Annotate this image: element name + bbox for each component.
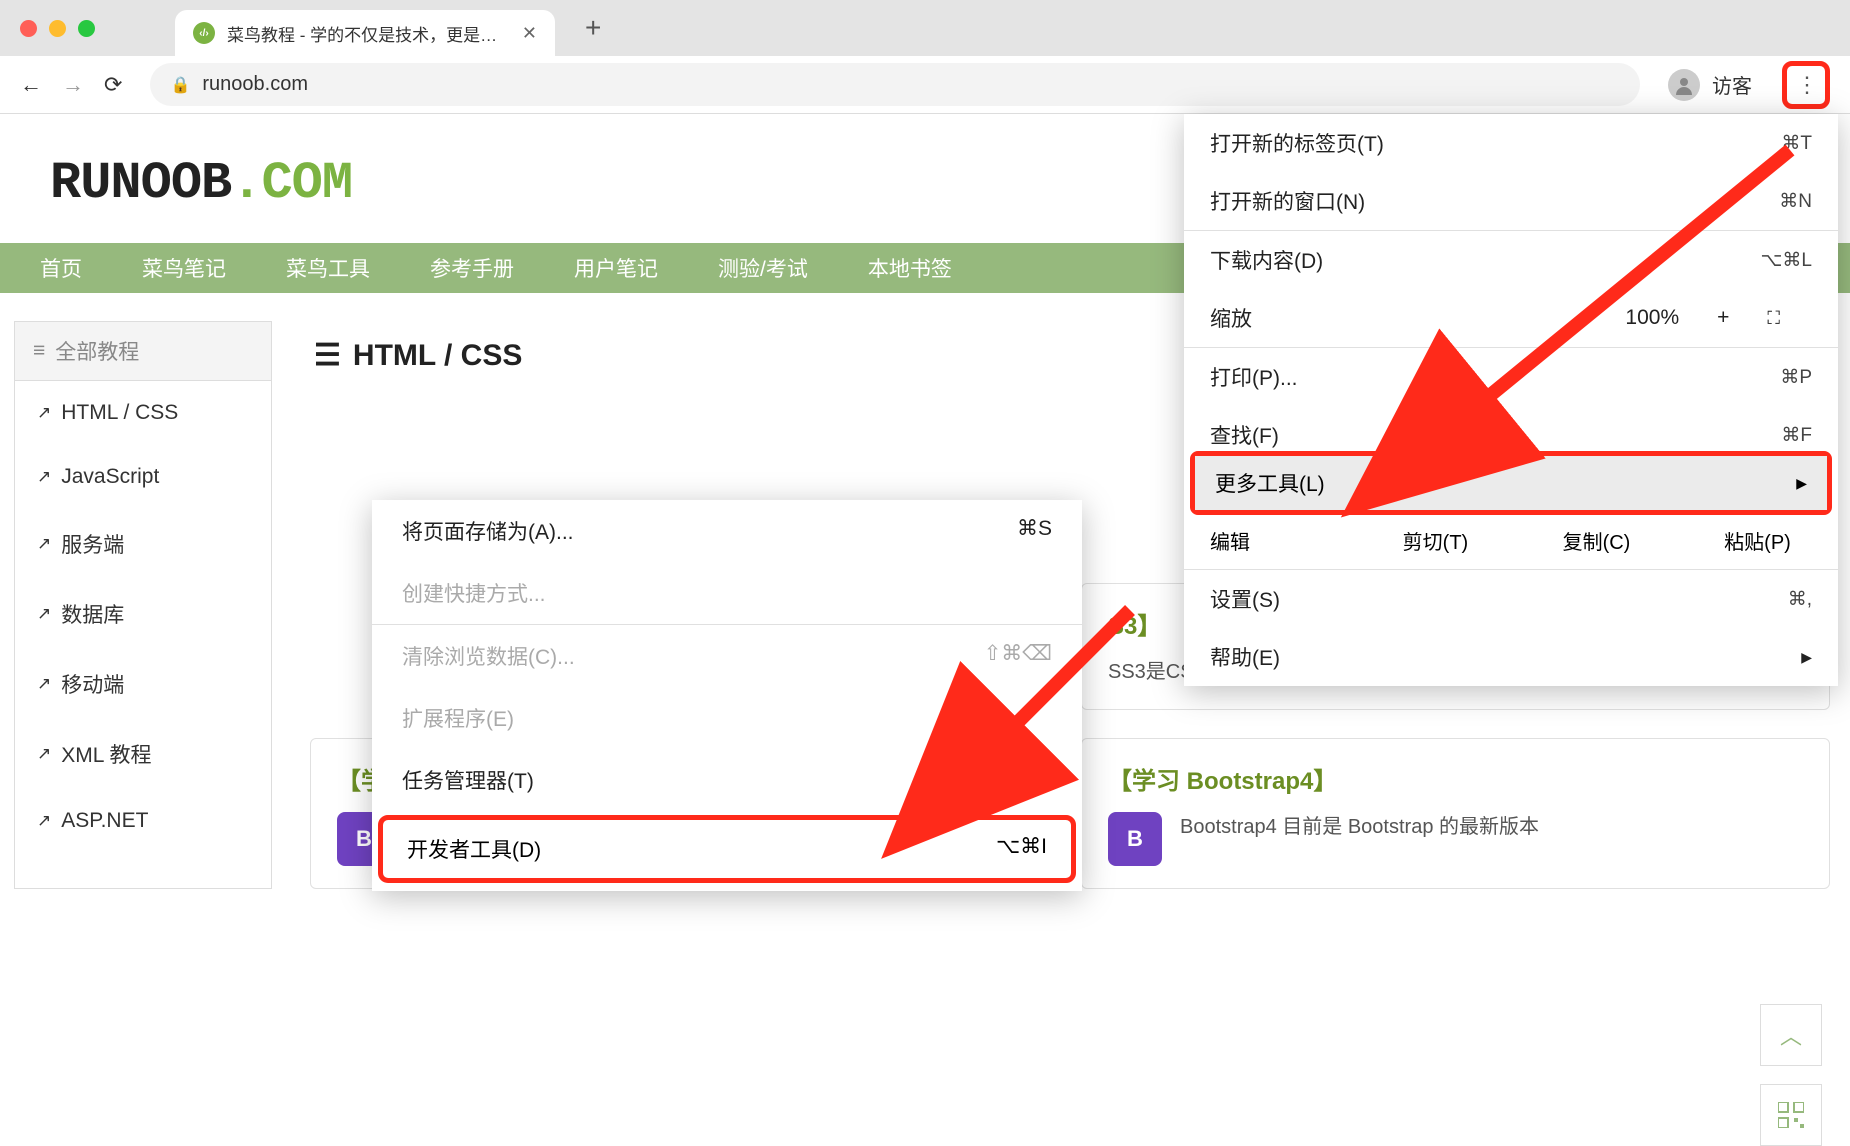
new-tab-button[interactable]: + [585, 12, 601, 44]
menu-edit-row: 编辑 剪切(T) 复制(C) 粘贴(P) [1184, 512, 1838, 569]
menu-more-tools[interactable]: 更多工具(L) ▶ [1195, 456, 1827, 510]
submenu-devtools-highlight: 开发者工具(D)⌥⌘I [378, 815, 1076, 883]
nav-bookmarks[interactable]: 本地书签 [868, 253, 952, 283]
chrome-menu-button-highlight: ⋮ [1782, 61, 1830, 109]
nav-reference[interactable]: 参考手册 [430, 253, 514, 283]
float-buttons: ︿ [1760, 1004, 1822, 1146]
browser-tab[interactable]: ‹/› 菜鸟教程 - 学的不仅是技术，更是… ✕ [175, 10, 555, 56]
external-link-icon: ↗ [37, 811, 51, 831]
external-link-icon: ↗ [37, 403, 51, 423]
lock-icon: 🔒 [170, 75, 190, 95]
external-link-icon: ↗ [37, 744, 51, 764]
external-link-icon: ↗ [37, 467, 51, 487]
sidebar-item-asp[interactable]: ↗ASP.NET [15, 789, 271, 853]
logo-part2: .COM [231, 154, 352, 213]
sidebar-item-mobile[interactable]: ↗移动端 [15, 649, 271, 719]
back-button[interactable]: ← [20, 72, 42, 98]
menu-more-tools-highlight: 更多工具(L) ▶ [1190, 451, 1832, 515]
sidebar-item-js[interactable]: ↗JavaScript [15, 445, 271, 509]
close-tab-icon[interactable]: ✕ [522, 23, 537, 44]
sidebar-item-html[interactable]: ↗HTML / CSS [15, 381, 271, 445]
card-desc: Bootstrap4 目前是 Bootstrap 的最新版本 [1180, 812, 1539, 842]
sidebar-head: ≡ 全部教程 [15, 322, 271, 381]
qr-code-button[interactable] [1760, 1084, 1822, 1146]
nav-notes[interactable]: 菜鸟笔记 [142, 253, 226, 283]
annotation-arrow-1 [1420, 130, 1820, 455]
scroll-top-button[interactable]: ︿ [1760, 1004, 1822, 1066]
menu-paste[interactable]: 粘贴(P) [1677, 512, 1838, 569]
profile-avatar-icon [1668, 69, 1700, 101]
sidebar-item-db[interactable]: ↗数据库 [15, 579, 271, 649]
nav-home[interactable]: 首页 [40, 253, 82, 283]
external-link-icon: ↗ [37, 604, 51, 624]
reload-button[interactable]: ⟳ [104, 72, 122, 98]
sidebar-head-label: 全部教程 [55, 336, 139, 366]
annotation-arrow-2 [960, 590, 1160, 795]
address-bar[interactable]: 🔒 runoob.com [150, 63, 1640, 106]
kebab-menu-icon[interactable]: ⋮ [1796, 72, 1816, 98]
minimize-window-button[interactable] [49, 20, 66, 37]
logo-part1: RUNOOB [50, 154, 231, 213]
tab-title: 菜鸟教程 - 学的不仅是技术，更是… [227, 21, 497, 46]
profile-area[interactable]: 访客 [1668, 69, 1752, 101]
chevron-right-icon: ▶ [1801, 649, 1812, 666]
submenu-save-as[interactable]: 将页面存储为(A)...⌘S [372, 500, 1082, 562]
profile-label: 访客 [1712, 70, 1752, 99]
tab-favicon-icon: ‹/› [193, 22, 215, 44]
nav-tools[interactable]: 菜鸟工具 [286, 253, 370, 283]
external-link-icon: ↗ [37, 674, 51, 694]
card-bootstrap4[interactable]: 【学习 Bootstrap4】 B Bootstrap4 目前是 Bootstr… [1081, 738, 1830, 889]
maximize-window-button[interactable] [78, 20, 95, 37]
list-icon: ☰ [314, 347, 341, 365]
browser-tab-strip: ‹/› 菜鸟教程 - 学的不仅是技术，更是… ✕ + [0, 0, 1850, 56]
hamburger-icon: ≡ [33, 345, 45, 358]
close-window-button[interactable] [20, 20, 37, 37]
menu-settings[interactable]: 设置(S)⌘, [1184, 570, 1838, 628]
external-link-icon: ↗ [37, 534, 51, 554]
forward-button[interactable]: → [62, 72, 84, 98]
sidebar: ≡ 全部教程 ↗HTML / CSS ↗JavaScript ↗服务端 ↗数据库… [14, 321, 272, 889]
chevron-right-icon: ▶ [1796, 475, 1807, 492]
menu-copy[interactable]: 复制(C) [1516, 512, 1677, 569]
bootstrap-icon: B [1108, 812, 1162, 866]
sidebar-item-xml[interactable]: ↗XML 教程 [15, 719, 271, 789]
url-text: runoob.com [202, 73, 308, 96]
traffic-lights [20, 20, 95, 37]
nav-usernotes[interactable]: 用户笔记 [574, 253, 658, 283]
card-title: 【学习 Bootstrap4】 [1108, 761, 1803, 796]
submenu-devtools[interactable]: 开发者工具(D)⌥⌘I [383, 820, 1071, 878]
sidebar-item-server[interactable]: ↗服务端 [15, 509, 271, 579]
menu-cut[interactable]: 剪切(T) [1355, 512, 1516, 569]
menu-help[interactable]: 帮助(E)▶ [1184, 628, 1838, 686]
nav-quiz[interactable]: 测验/考试 [718, 253, 808, 283]
browser-toolbar: ← → ⟳ 🔒 runoob.com 访客 ⋮ [0, 56, 1850, 114]
